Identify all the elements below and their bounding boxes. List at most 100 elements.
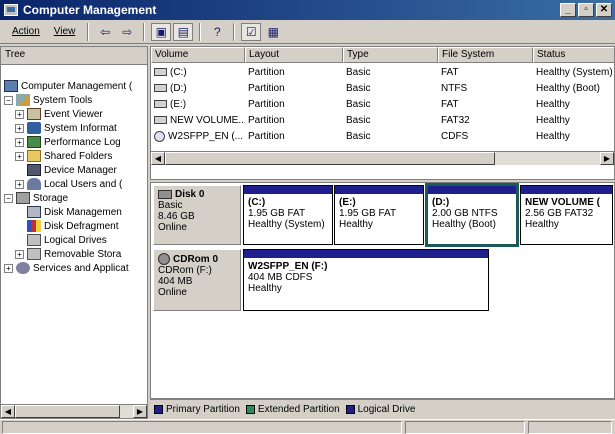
legend-label: Logical Drive: [357, 404, 416, 415]
partition-cdrom-f[interactable]: W2SFPP_EN (F:) 404 MB CDFS Healthy: [243, 249, 489, 311]
menu-view-label: View: [53, 26, 76, 37]
maximize-button[interactable]: ▫: [578, 3, 594, 17]
drive-icon: [154, 100, 167, 108]
tree-header: Tree: [1, 47, 147, 65]
expand-icon[interactable]: +: [15, 123, 24, 133]
disk-type: CDRom (F:): [158, 265, 212, 276]
status-panel-main: [2, 421, 402, 434]
tree-item-device-manager[interactable]: Device Manager: [27, 163, 117, 177]
tools-icon: [16, 94, 30, 106]
close-button[interactable]: ✕: [596, 3, 612, 17]
cell-volume: NEW VOLUME...: [151, 113, 245, 127]
volume-list-horizontal-scrollbar[interactable]: ◀ ▶: [151, 151, 614, 165]
primary-partition-bar: [244, 186, 332, 194]
disk-size: 8.46 GB: [158, 211, 195, 222]
partition-status: Healthy (Boot): [432, 219, 496, 230]
partition-c[interactable]: (C:) 1.95 GB FAT Healthy (System): [243, 185, 333, 245]
status-panel-tertiary: [528, 421, 612, 434]
storage-icon: [16, 192, 30, 204]
partition-d[interactable]: (D:) 2.00 GB NTFS Healthy (Boot): [425, 183, 519, 247]
tree-item-local-users[interactable]: + Local Users and (: [15, 177, 122, 191]
services-icon: [16, 262, 30, 274]
properties-icon[interactable]: ☑: [241, 22, 262, 41]
table-row[interactable]: NEW VOLUME... Partition Basic FAT32 Heal…: [151, 113, 614, 127]
expand-icon[interactable]: +: [15, 249, 24, 259]
minimize-button[interactable]: _: [560, 3, 576, 17]
disk-0-label[interactable]: Disk 0 Basic 8.46 GB Online: [153, 185, 241, 245]
tree-item-storage[interactable]: − Storage: [4, 191, 68, 205]
tree-item-event-viewer[interactable]: + Event Viewer: [15, 107, 103, 121]
primary-partition-bar: [428, 186, 516, 194]
up-folder-icon[interactable]: ▣: [151, 22, 172, 41]
menu-action-label: Action: [12, 26, 40, 37]
cell-status: Healthy: [536, 130, 570, 142]
scroll-left-icon[interactable]: ◀: [1, 405, 15, 418]
collapse-icon[interactable]: −: [4, 95, 13, 105]
disk-graphical-view: Disk 0 Basic 8.46 GB Online (C:) 1.95 GB…: [150, 182, 615, 399]
forward-arrow-icon[interactable]: ⇨: [117, 23, 137, 41]
menu-view[interactable]: View: [48, 24, 82, 39]
column-status[interactable]: Status: [533, 47, 614, 63]
cell-file-system: CDFS: [441, 130, 469, 142]
collapse-icon[interactable]: −: [4, 193, 13, 203]
scroll-thumb[interactable]: [15, 405, 120, 418]
tree-pane: Tree Computer Management ( − System Tool…: [0, 46, 148, 419]
back-arrow-icon[interactable]: ⇦: [95, 23, 115, 41]
partition-e[interactable]: (E:) 1.95 GB FAT Healthy: [334, 185, 424, 245]
partition-legend: Primary Partition Extended Partition Log…: [150, 399, 615, 419]
table-row[interactable]: (C:) Partition Basic FAT Healthy (System…: [151, 65, 614, 79]
tree-item-system-tools[interactable]: − System Tools: [4, 93, 92, 107]
tree-item-system-information[interactable]: + System Informat: [15, 121, 117, 135]
expand-icon[interactable]: +: [15, 179, 24, 189]
primary-partition-bar: [521, 186, 612, 194]
tree-item-label: Performance Log: [44, 136, 121, 148]
tree-item-shared-folders[interactable]: + Shared Folders: [15, 149, 112, 163]
partition-size: 1.95 GB FAT: [248, 208, 306, 219]
disk-state: Online: [158, 222, 187, 233]
legend-logical: Logical Drive: [345, 404, 416, 415]
expand-icon[interactable]: +: [15, 151, 24, 161]
help-icon[interactable]: ?: [207, 23, 227, 41]
primary-partition-bar: [335, 186, 423, 194]
partition-name: (D:): [432, 197, 450, 208]
expand-icon[interactable]: +: [4, 263, 13, 273]
table-row[interactable]: (D:) Partition Basic NTFS Healthy (Boot): [151, 81, 614, 95]
column-type[interactable]: Type: [343, 47, 438, 63]
toolbar-separator: [199, 22, 202, 41]
tree-horizontal-scrollbar[interactable]: ◀ ▶: [1, 404, 147, 418]
partition-new-volume[interactable]: NEW VOLUME ( 2.56 GB FAT32 Healthy: [520, 185, 613, 245]
cdrom-0-label[interactable]: CDRom 0 CDRom (F:) 404 MB Online: [153, 249, 241, 311]
window-controls: _ ▫ ✕: [560, 3, 612, 17]
scroll-thumb[interactable]: [165, 152, 495, 165]
tree-item-services-applications[interactable]: + Services and Applicat: [4, 261, 129, 275]
table-row[interactable]: W2SFPP_EN (... Partition Basic CDFS Heal…: [151, 129, 614, 143]
tree-item-removable-storage[interactable]: + Removable Stora: [15, 247, 121, 261]
scroll-right-icon[interactable]: ▶: [133, 405, 147, 418]
tree-item-disk-defragmenter[interactable]: Disk Defragment: [27, 219, 118, 233]
cell-file-system: FAT: [441, 98, 459, 110]
cell-volume: (C:): [151, 65, 245, 79]
table-row[interactable]: (E:) Partition Basic FAT Healthy: [151, 97, 614, 111]
tree-item-label: Shared Folders: [44, 150, 113, 162]
tree-item-disk-management[interactable]: Disk Managemen: [27, 205, 122, 219]
column-file-system[interactable]: File System: [438, 47, 533, 63]
column-layout[interactable]: Layout: [245, 47, 343, 63]
show-tree-icon[interactable]: ▤: [173, 22, 194, 41]
status-panel-secondary: [405, 421, 525, 434]
tree-item-label: Disk Defragment: [44, 220, 119, 232]
users-icon: [27, 178, 41, 190]
tree-item-logical-drives[interactable]: Logical Drives: [27, 233, 107, 247]
menu-action[interactable]: Action: [6, 24, 46, 39]
cdrom-0-name: CDRom 0: [158, 253, 236, 265]
extended-swatch: [245, 404, 255, 414]
expand-icon[interactable]: +: [15, 109, 24, 119]
scroll-left-icon[interactable]: ◀: [151, 152, 165, 165]
scroll-right-icon[interactable]: ▶: [600, 152, 614, 165]
cell-type: Basic: [346, 66, 371, 78]
tree-item-computer-management[interactable]: Computer Management (: [4, 79, 132, 93]
column-volume[interactable]: Volume: [151, 47, 245, 63]
expand-icon[interactable]: +: [15, 137, 24, 147]
tree-item-performance-logs[interactable]: + Performance Log: [15, 135, 121, 149]
disk-name-text: CDRom 0: [173, 253, 219, 265]
export-list-icon[interactable]: ▦: [263, 23, 283, 41]
